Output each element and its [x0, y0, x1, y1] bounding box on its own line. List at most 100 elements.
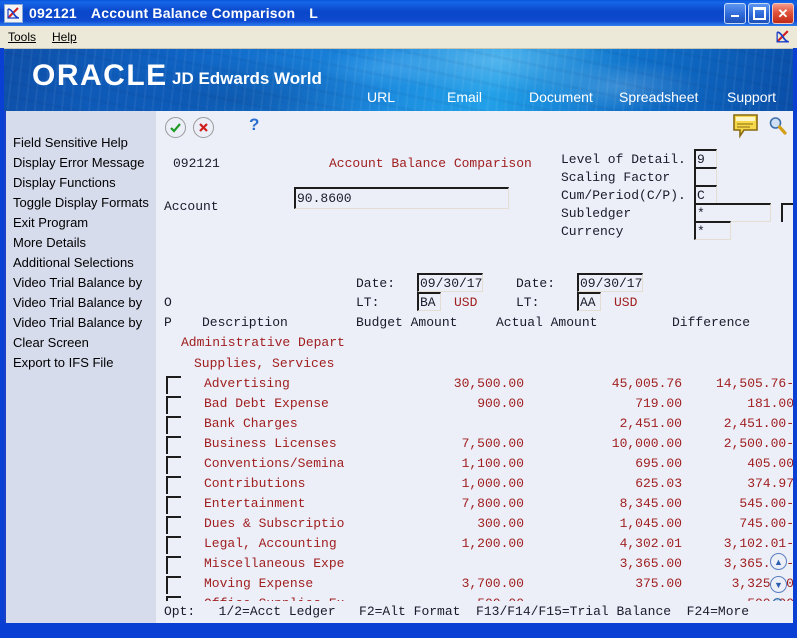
date-label-1: Date:: [356, 276, 396, 291]
cum-period-input[interactable]: C: [694, 185, 717, 204]
table-row[interactable]: Legal, Accounting 1,200.00 4,302.01 3,102.0…: [156, 535, 793, 555]
level-of-detail-label: Level of Detail.: [561, 152, 686, 167]
table-row[interactable]: Business Licenses 7,500.00 10,000.00 2,500.…: [156, 435, 793, 455]
row-difference-amount: 545.00-: [739, 496, 793, 511]
row-description: Dues & Subscriptio: [204, 516, 345, 531]
banner-link-email[interactable]: Email: [447, 89, 482, 105]
row-option-input[interactable]: [166, 516, 181, 534]
jde-logo-icon: [4, 3, 23, 23]
maximize-button[interactable]: [748, 3, 770, 24]
page-down-icon[interactable]: ▼: [770, 576, 787, 593]
table-row[interactable]: Advertising 30,500.00 45,005.76 14,505.76-: [156, 375, 793, 395]
currency-code-1: USD: [454, 295, 478, 310]
banner-link-spreadsheet[interactable]: Spreadsheet: [619, 89, 698, 105]
row-difference-amount: 14,505.76-: [715, 376, 793, 391]
row-difference-amount: 745.00-: [739, 516, 793, 531]
row-budget-amount: 3,700.00: [461, 576, 524, 591]
sidebar-item-display-functions[interactable]: Display Functions: [6, 173, 158, 193]
sidebar-item-field-sensitive-help[interactable]: Field Sensitive Help: [6, 133, 158, 153]
cancel-icon[interactable]: [193, 117, 214, 138]
sidebar-item-clear-screen[interactable]: Clear Screen: [6, 333, 158, 353]
magnifier-icon[interactable]: [768, 116, 788, 141]
screen-title: Account Balance Comparison: [329, 156, 532, 171]
sidebar-item-display-error-message[interactable]: Display Error Message: [6, 153, 158, 173]
table-row[interactable]: Contributions 1,000.00 625.03 374.97: [156, 475, 793, 495]
opt-header-line1: O: [164, 295, 172, 310]
row-budget-amount: 7,800.00: [461, 496, 524, 511]
sidebar-item-toggle-display-formats[interactable]: Toggle Display Formats: [6, 193, 158, 213]
currency-code-2: USD: [614, 295, 638, 310]
sidebar-item-additional-selections[interactable]: Additional Selections: [6, 253, 158, 273]
row-option-input[interactable]: [166, 476, 181, 494]
row-budget-amount: 900.00: [477, 396, 524, 411]
sidebar-item-video-trial-balance-3[interactable]: Video Trial Balance by: [6, 313, 158, 333]
row-budget-amount: 1,200.00: [461, 536, 524, 551]
sidebar-item-video-trial-balance-1[interactable]: Video Trial Balance by: [6, 273, 158, 293]
row-difference-amount: 2,500.00-: [723, 436, 793, 451]
date-input-1[interactable]: 09/30/17: [417, 273, 483, 292]
table-row[interactable]: Conventions/Semina 1,100.00 695.00 405.00: [156, 455, 793, 475]
scaling-factor-input[interactable]: [694, 167, 717, 186]
window-title: 092121 Account Balance Comparison L: [29, 5, 318, 21]
sidebar-item-video-trial-balance-2[interactable]: Video Trial Balance by: [6, 293, 158, 313]
column-header-budget: Budget Amount: [356, 315, 458, 330]
menu-bar: Tools Help: [0, 26, 797, 49]
window-frame-bottom: [0, 633, 797, 638]
title-bar: 092121 Account Balance Comparison L ✕: [0, 0, 797, 26]
banner-link-url[interactable]: URL: [367, 89, 395, 105]
table-row[interactable]: Entertainment 7,800.00 8,345.00 545.00-: [156, 495, 793, 515]
row-option-input[interactable]: [166, 436, 181, 454]
menu-item-tools[interactable]: Tools: [0, 29, 44, 45]
row-description: Entertainment: [204, 496, 306, 511]
main-panel: ? 092121 Account Balance Comparison Acco…: [156, 111, 793, 623]
table-row[interactable]: Bank Charges 2,451.00 2,451.00-: [156, 415, 793, 435]
sidebar-menu: Field Sensitive Help Display Error Messa…: [4, 111, 158, 623]
menu-item-help[interactable]: Help: [44, 29, 85, 45]
subledger-input[interactable]: *: [694, 203, 771, 222]
row-description: Moving Expense: [204, 576, 314, 591]
window-program-id: 092121: [29, 5, 77, 21]
minimize-button[interactable]: [724, 3, 746, 24]
table-row[interactable]: Dues & Subscriptio 300.00 1,045.00 745.00-: [156, 515, 793, 535]
sidebar-item-export-to-ifs-file[interactable]: Export to IFS File: [6, 353, 158, 373]
row-budget-amount: 7,500.00: [461, 436, 524, 451]
lt-input-2[interactable]: AA: [577, 292, 601, 311]
content-area: Field Sensitive Help Display Error Messa…: [4, 111, 793, 623]
lt-input-1[interactable]: BA: [417, 292, 441, 311]
check-icon[interactable]: [165, 117, 186, 138]
account-label: Account: [164, 199, 219, 214]
row-option-input[interactable]: [166, 536, 181, 554]
row-difference-amount: 374.97: [747, 476, 793, 491]
table-row[interactable]: Moving Expense 3,700.00 375.00 3,325.00: [156, 575, 793, 595]
banner-links: URL Email Document Spreadsheet Support: [4, 85, 793, 109]
close-button[interactable]: ✕: [772, 3, 794, 24]
row-description: Legal, Accounting: [204, 536, 337, 551]
row-description: Business Licenses: [204, 436, 337, 451]
page-up-icon[interactable]: ▲: [770, 553, 787, 570]
banner-link-support[interactable]: Support: [727, 89, 776, 105]
currency-input[interactable]: *: [694, 221, 731, 240]
row-option-input[interactable]: [166, 416, 181, 434]
table-row[interactable]: Supplies, Services: [156, 355, 793, 375]
note-icon[interactable]: [732, 113, 760, 144]
row-option-input[interactable]: [166, 556, 181, 574]
table-row[interactable]: Bad Debt Expense 900.00 719.00 181.00: [156, 395, 793, 415]
jde-logo-icon: [775, 29, 791, 45]
sidebar-item-exit-program[interactable]: Exit Program: [6, 213, 158, 233]
account-input[interactable]: 90.8600: [294, 187, 509, 209]
row-option-input[interactable]: [166, 376, 181, 394]
table-row[interactable]: Miscellaneous Expe 3,365.00 3,365.00-: [156, 555, 793, 575]
subledger-type-input[interactable]: [781, 203, 793, 222]
row-description: Miscellaneous Expe: [204, 556, 345, 571]
banner-link-document[interactable]: Document: [529, 89, 593, 105]
level-of-detail-input[interactable]: 9: [694, 149, 717, 168]
help-icon[interactable]: ?: [249, 115, 259, 135]
date-input-2[interactable]: 09/30/17: [577, 273, 643, 292]
row-option-input[interactable]: [166, 396, 181, 414]
row-option-input[interactable]: [166, 496, 181, 514]
row-option-input[interactable]: [166, 576, 181, 594]
row-option-input[interactable]: [166, 456, 181, 474]
menu-help-label: Help: [52, 30, 77, 44]
window-title-text: Account Balance Comparison: [90, 5, 296, 21]
sidebar-item-more-details[interactable]: More Details: [6, 233, 158, 253]
